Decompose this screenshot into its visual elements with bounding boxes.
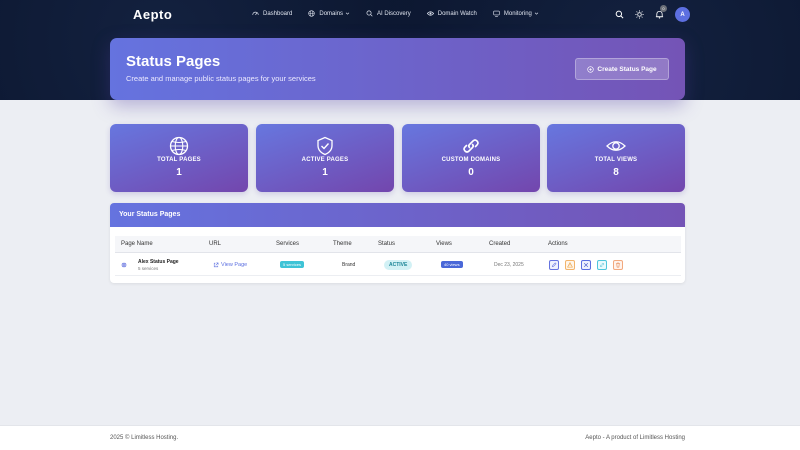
column-header: URL xyxy=(209,241,222,247)
globe-icon xyxy=(169,136,189,156)
stat-card-total-pages: TOTAL PAGES 1 xyxy=(110,124,248,192)
link-icon xyxy=(463,139,479,153)
stat-label: CUSTOM DOMAINS xyxy=(441,157,501,163)
shield-check-icon xyxy=(317,136,333,156)
theme-toggle-button[interactable] xyxy=(633,9,645,21)
stat-label: TOTAL VIEWS xyxy=(594,157,638,163)
stat-value: 1 xyxy=(176,167,182,178)
column-header: Actions xyxy=(548,241,568,247)
view-page-label: View Page xyxy=(221,262,248,268)
link-icon xyxy=(599,262,605,268)
nav-monitoring-label: Monitoring xyxy=(503,10,532,17)
nav-domains-label: Domains xyxy=(319,10,344,17)
eye-icon xyxy=(606,141,626,151)
footer-copyright: 2025 © Limitless Hosting. xyxy=(110,435,179,441)
page-footer: 2025 © Limitless Hosting. Aepto - A prod… xyxy=(0,425,800,450)
column-header: Theme xyxy=(333,241,352,247)
globe-icon xyxy=(308,10,315,17)
page-name[interactable]: Alex Status Page xyxy=(138,259,179,265)
chevron-down-icon xyxy=(534,12,539,15)
views-badge: 40 views xyxy=(441,261,463,268)
column-header: Services xyxy=(276,241,300,247)
stat-label: ACTIVE PAGES xyxy=(301,157,349,163)
status-pages-table-card: Your Status Pages Page Name URL Services… xyxy=(110,203,685,283)
warning-icon xyxy=(567,262,573,268)
nav-monitoring[interactable]: Monitoring xyxy=(493,10,539,17)
nav-dashboard-label: Dashboard xyxy=(263,10,293,17)
page-subtitle: Create and manage public status pages fo… xyxy=(126,74,316,83)
app-logo[interactable]: Aepto xyxy=(133,7,172,22)
warning-button[interactable] xyxy=(565,260,575,270)
column-header: Created xyxy=(489,241,511,247)
chevron-down-icon xyxy=(345,12,350,15)
search-icon xyxy=(615,10,623,19)
notifications-button[interactable]: 0 xyxy=(653,4,667,21)
top-navbar: Aepto Dashboard Domains AI Discovery Dom… xyxy=(0,0,800,28)
search-button[interactable] xyxy=(613,9,625,21)
nav-domain-watch[interactable]: Domain Watch xyxy=(426,10,477,17)
create-status-page-label: Create Status Page xyxy=(597,65,657,73)
column-header: Views xyxy=(436,241,452,247)
footer-credit: Aepto - A product of Limitless Hosting xyxy=(585,435,685,441)
column-header: Status xyxy=(378,241,396,247)
view-page-link[interactable]: View Page xyxy=(213,262,247,268)
copy-link-button[interactable] xyxy=(597,260,607,270)
status-badge: ACTIVE xyxy=(384,260,413,270)
table-row[interactable]: Alex Status Page 5 services View Page 5 … xyxy=(115,254,681,276)
plus-circle-icon xyxy=(587,65,594,73)
main-nav: Dashboard Domains AI Discovery Domain Wa… xyxy=(252,10,555,17)
monitor-icon xyxy=(493,10,500,17)
edit-button[interactable] xyxy=(549,260,559,270)
edit-icon xyxy=(551,262,557,268)
table-card-title: Your Status Pages xyxy=(110,203,685,227)
close-icon xyxy=(583,262,589,268)
search-icon xyxy=(366,10,373,17)
stat-card-custom-domains: CUSTOM DOMAINS 0 xyxy=(402,124,540,192)
created-date: Dec 23, 2025 xyxy=(494,262,524,268)
stat-card-active-pages: ACTIVE PAGES 1 xyxy=(256,124,394,192)
globe-icon xyxy=(121,262,127,268)
stat-value: 1 xyxy=(322,167,328,178)
services-badge: 5 services xyxy=(280,261,305,268)
nav-dashboard[interactable]: Dashboard xyxy=(252,10,292,17)
nav-ai-discovery-label: AI Discovery xyxy=(377,10,411,17)
nav-ai-discovery[interactable]: AI Discovery xyxy=(366,10,411,17)
create-status-page-button[interactable]: Create Status Page xyxy=(575,58,669,80)
sun-icon xyxy=(634,10,644,19)
notification-count-badge: 0 xyxy=(660,4,667,12)
user-avatar[interactable]: A xyxy=(675,7,690,22)
stat-label: TOTAL PAGES xyxy=(157,157,201,163)
disable-button[interactable] xyxy=(581,260,591,270)
table-header-row: Page Name URL Services Theme Status View… xyxy=(115,236,681,253)
page-services-count: 5 services xyxy=(138,266,159,271)
stat-value: 0 xyxy=(468,167,474,178)
column-header: Page Name xyxy=(121,241,153,247)
nav-domains[interactable]: Domains xyxy=(308,10,350,17)
page-title: Status Pages xyxy=(126,53,221,70)
external-link-icon xyxy=(213,262,219,268)
dashboard-icon xyxy=(252,11,259,16)
page-header-card: Status Pages Create and manage public st… xyxy=(110,38,685,100)
delete-button[interactable] xyxy=(613,260,623,270)
trash-icon xyxy=(616,262,620,268)
eye-icon xyxy=(426,11,434,16)
theme-value: Brand xyxy=(342,262,356,268)
nav-domain-watch-label: Domain Watch xyxy=(437,10,477,17)
nav-right-tools: 0 A xyxy=(613,4,690,22)
stat-card-total-views: TOTAL VIEWS 8 xyxy=(547,124,685,192)
stat-value: 8 xyxy=(613,167,619,178)
